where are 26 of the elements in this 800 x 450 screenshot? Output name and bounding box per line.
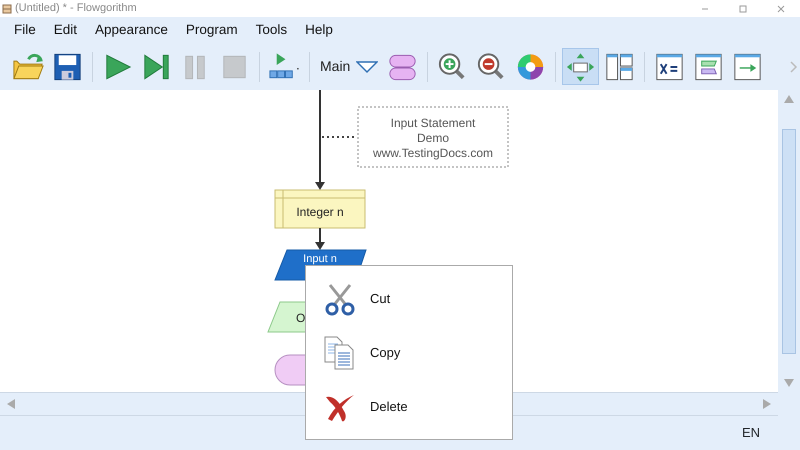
menu-item[interactable]: Appearance [95,20,176,40]
menu-item[interactable]: Help [305,20,341,40]
caret-icon [356,60,378,74]
function-dropdown[interactable]: Main [316,48,382,85]
menu-item[interactable]: Cut [306,272,512,326]
menu-item[interactable]: File [14,20,44,40]
comment-text: Demo [417,131,449,145]
flow-arrow [315,228,325,250]
menu-item[interactable]: Edit [54,20,86,40]
scrollbar-thumb[interactable] [782,128,796,354]
move-arrows-button[interactable] [562,48,600,85]
block-label: Input n [303,253,337,265]
menu-item[interactable]: Tools [256,20,296,40]
comment-block[interactable] [358,106,508,168]
comment-text: Input Statement [390,116,476,130]
block-label: O [296,311,306,325]
comment-text: www.TestingDocs.com [372,146,494,160]
comment-connector [322,136,355,138]
block-label: Integer n [296,205,344,219]
window-title: (Untitled) * - Flowgorithm [15,1,137,16]
declare-block[interactable] [274,190,366,228]
language-indicator: EN [742,424,760,442]
app-icon [2,4,12,14]
menu-item[interactable]: Copy [306,326,512,380]
menu-item[interactable]: Delete [306,380,512,434]
menu-item[interactable]: Program [186,20,246,40]
